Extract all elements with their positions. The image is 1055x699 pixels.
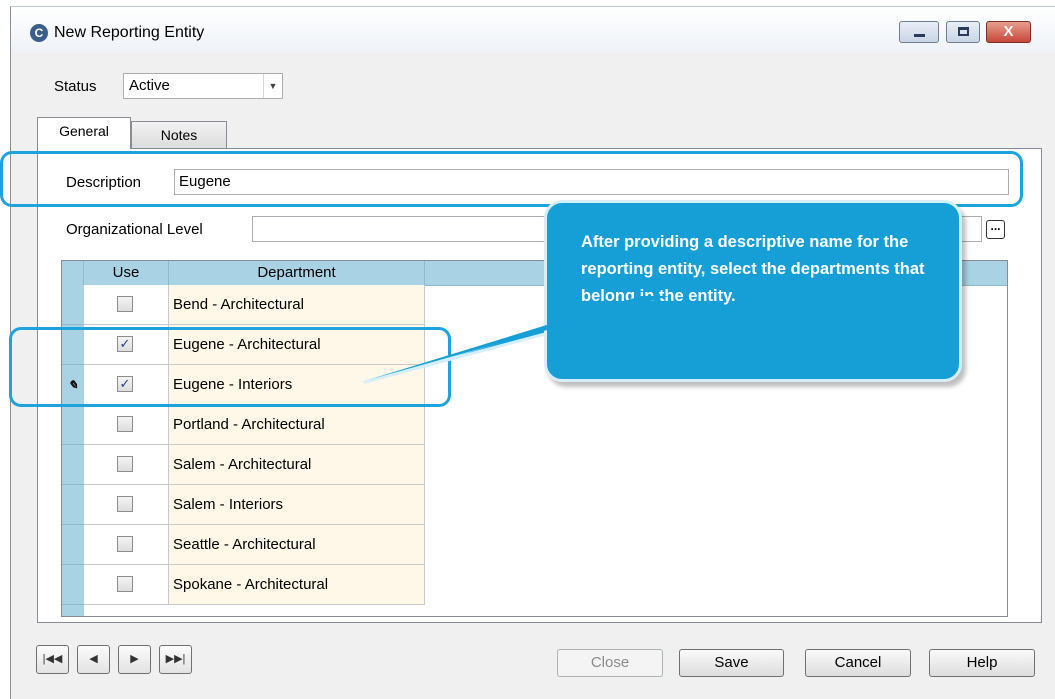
callout-pointer-fill [368, 296, 669, 380]
tab-general-label: General [59, 123, 109, 139]
tab-general[interactable]: General [37, 117, 131, 149]
